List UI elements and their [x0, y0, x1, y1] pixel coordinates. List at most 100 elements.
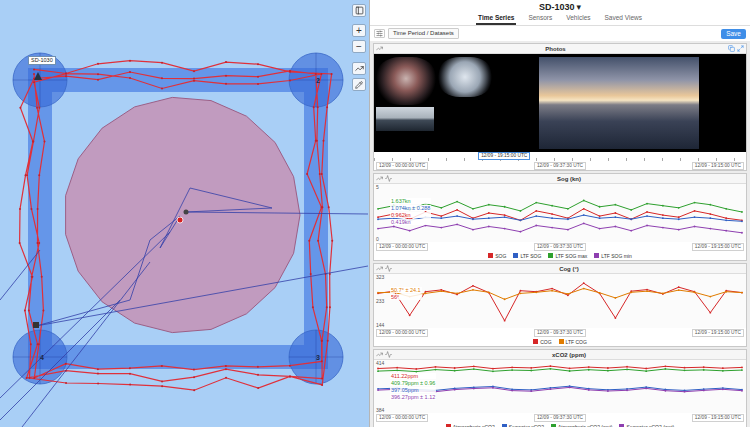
- series-point: [709, 217, 711, 219]
- track-point: [306, 173, 308, 175]
- chart-mode-button[interactable]: [385, 351, 392, 358]
- timeline-cursor[interactable]: 12/09 - 19:15:00 UTC: [478, 152, 530, 160]
- period-button[interactable]: Time Period / Datasets: [388, 28, 459, 39]
- legend-item[interactable]: Atmospheric xCO2: [446, 424, 495, 427]
- tab[interactable]: Vehicles: [564, 13, 592, 25]
- save-button[interactable]: Save: [721, 29, 746, 39]
- series-point: [662, 205, 664, 207]
- series-point: [694, 202, 696, 204]
- series-point: [473, 366, 475, 368]
- legend-item[interactable]: Seawater xCO2 (wet): [619, 424, 674, 427]
- target-marker[interactable]: [177, 217, 183, 223]
- time-label: 12/09 - 19:15:00 UTC: [692, 162, 744, 170]
- series-point: [607, 370, 609, 372]
- photo-thumbnail[interactable]: [438, 57, 492, 97]
- tab[interactable]: Time Series: [476, 13, 516, 25]
- chart-type-button[interactable]: [376, 265, 383, 272]
- vehicle-label[interactable]: SD-1030: [28, 56, 56, 65]
- track-point: [161, 62, 163, 64]
- track-point: [28, 309, 30, 311]
- series-point: [415, 368, 417, 370]
- main-photo[interactable]: [539, 57, 699, 149]
- track-point: [65, 363, 67, 365]
- legend-item[interactable]: SOG: [488, 253, 506, 259]
- chart-type-button[interactable]: [376, 175, 383, 182]
- draw-button[interactable]: [352, 78, 366, 91]
- series-point: [583, 214, 585, 216]
- panel-title: Sog (kn): [394, 175, 744, 183]
- chart-area[interactable]: 32323314450.7° ± 24.156°: [374, 274, 746, 328]
- series-point: [630, 218, 632, 220]
- activity-icon: [385, 351, 392, 358]
- series-point: [377, 208, 379, 210]
- reading-value: 0.962kn: [390, 212, 431, 218]
- series-point: [583, 208, 585, 210]
- legend-item[interactable]: Atmospheric xCO2 (wet): [551, 424, 612, 427]
- legend-item[interactable]: LTF COG: [559, 339, 587, 345]
- series-point: [722, 370, 724, 372]
- track-point: [30, 343, 32, 345]
- track-point: [289, 365, 291, 367]
- center-marker[interactable]: [184, 210, 189, 215]
- photo-thumbnail[interactable]: [376, 57, 436, 105]
- vehicle-icon[interactable]: [34, 72, 42, 80]
- waypoint-circle[interactable]: [13, 53, 67, 107]
- chart-type-button[interactable]: [376, 351, 383, 358]
- series-point: [709, 296, 711, 298]
- panel-title: Photos: [385, 45, 726, 53]
- legend-item[interactable]: Seawater xCO2: [502, 424, 544, 427]
- legend-item[interactable]: LTF SOG max: [548, 253, 587, 259]
- panel-toggle-button[interactable]: [352, 4, 366, 17]
- chart-mode-button[interactable]: [385, 175, 392, 182]
- chart-area[interactable]: 414384411.22ppm409.79ppm ± 0.96397.05ppm…: [374, 360, 746, 413]
- series-point: [588, 366, 590, 368]
- chart-area[interactable]: 501.637kn1.074kn ± 0.2880.962kn0.419kn: [374, 184, 746, 242]
- zoom-in-button[interactable]: +: [352, 24, 366, 37]
- copy-button[interactable]: [728, 45, 735, 52]
- series-point: [569, 370, 571, 372]
- legend-item[interactable]: LTF SOG min: [594, 253, 631, 259]
- track-point: [320, 206, 322, 208]
- track-point: [97, 79, 99, 81]
- settings-button[interactable]: [374, 29, 385, 38]
- vehicle-selector[interactable]: SD-1030▾: [370, 0, 750, 13]
- waypoint-circle[interactable]: [289, 330, 343, 384]
- tab[interactable]: Saved Views: [603, 13, 644, 25]
- series-point: [725, 217, 727, 219]
- series-line: [378, 369, 742, 372]
- chart-type-button[interactable]: [376, 45, 383, 52]
- reading-value: 396.27ppm ± 1.12: [390, 394, 436, 400]
- chart-plot[interactable]: [374, 274, 746, 328]
- zoom-out-button[interactable]: −: [352, 40, 366, 53]
- series-point: [551, 213, 553, 215]
- series-point: [662, 227, 664, 229]
- reading-value: 0.419kn: [390, 219, 431, 225]
- series-point: [684, 367, 686, 369]
- expand-button[interactable]: [737, 45, 744, 52]
- track-point: [321, 206, 323, 208]
- series-point: [630, 291, 632, 293]
- start-marker[interactable]: [33, 322, 39, 328]
- time-label: 12/09 - 00:00:00 UTC: [376, 414, 428, 422]
- series-point: [472, 229, 474, 231]
- tab[interactable]: Sensors: [526, 13, 554, 25]
- geofence-area[interactable]: [66, 97, 300, 332]
- legend-item[interactable]: COG: [533, 339, 551, 345]
- series-point: [488, 217, 490, 219]
- chart-mode-button[interactable]: [385, 265, 392, 272]
- series-point: [567, 229, 569, 231]
- track-point: [257, 366, 259, 368]
- photo-timeline[interactable]: 12/09 - 19:15:00 UTC: [374, 152, 746, 161]
- sliders-icon: [376, 30, 383, 37]
- legend-item[interactable]: LTF SOG: [513, 253, 541, 259]
- series-point: [614, 216, 616, 218]
- map-panel[interactable]: 234SD-1030+−: [0, 0, 369, 427]
- series-point: [725, 291, 727, 293]
- track-point: [331, 240, 333, 242]
- track-point: [65, 72, 67, 74]
- series-point: [599, 217, 601, 219]
- waypoint-label: 3: [316, 354, 320, 361]
- photo-thumbnail[interactable]: [376, 107, 434, 131]
- track-point: [257, 387, 259, 389]
- track-button[interactable]: [352, 62, 366, 75]
